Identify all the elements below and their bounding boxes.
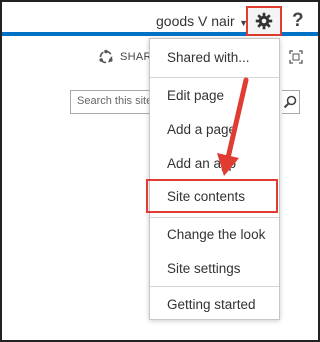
settings-gear-button[interactable] xyxy=(246,6,282,36)
menu-item-site-settings[interactable]: Site settings xyxy=(150,252,279,286)
user-menu[interactable]: goods V nair ▼ xyxy=(156,13,248,29)
search-button[interactable] xyxy=(282,90,300,114)
search-input[interactable]: Search this site xyxy=(70,90,160,114)
menu-item-add-app[interactable]: Add an app xyxy=(150,147,279,181)
search-icon xyxy=(283,95,297,109)
menu-divider xyxy=(150,77,279,78)
menu-divider xyxy=(150,286,279,287)
menu-item-edit-page[interactable]: Edit page xyxy=(150,79,279,113)
user-name: goods V nair xyxy=(156,13,235,29)
site-contents-highlight xyxy=(146,179,278,213)
menu-item-getting-started[interactable]: Getting started xyxy=(150,288,279,322)
menu-item-shared-with[interactable]: Shared with... xyxy=(150,41,279,75)
menu-item-add-page[interactable]: Add a page xyxy=(150,113,279,147)
help-button[interactable]: ? xyxy=(292,10,304,32)
menu-item-change-look[interactable]: Change the look xyxy=(150,218,279,252)
share-icon[interactable] xyxy=(98,49,114,65)
gear-icon xyxy=(255,12,273,30)
focus-content-icon[interactable] xyxy=(289,50,303,64)
suite-bar: goods V nair ▼ ? xyxy=(2,2,318,36)
